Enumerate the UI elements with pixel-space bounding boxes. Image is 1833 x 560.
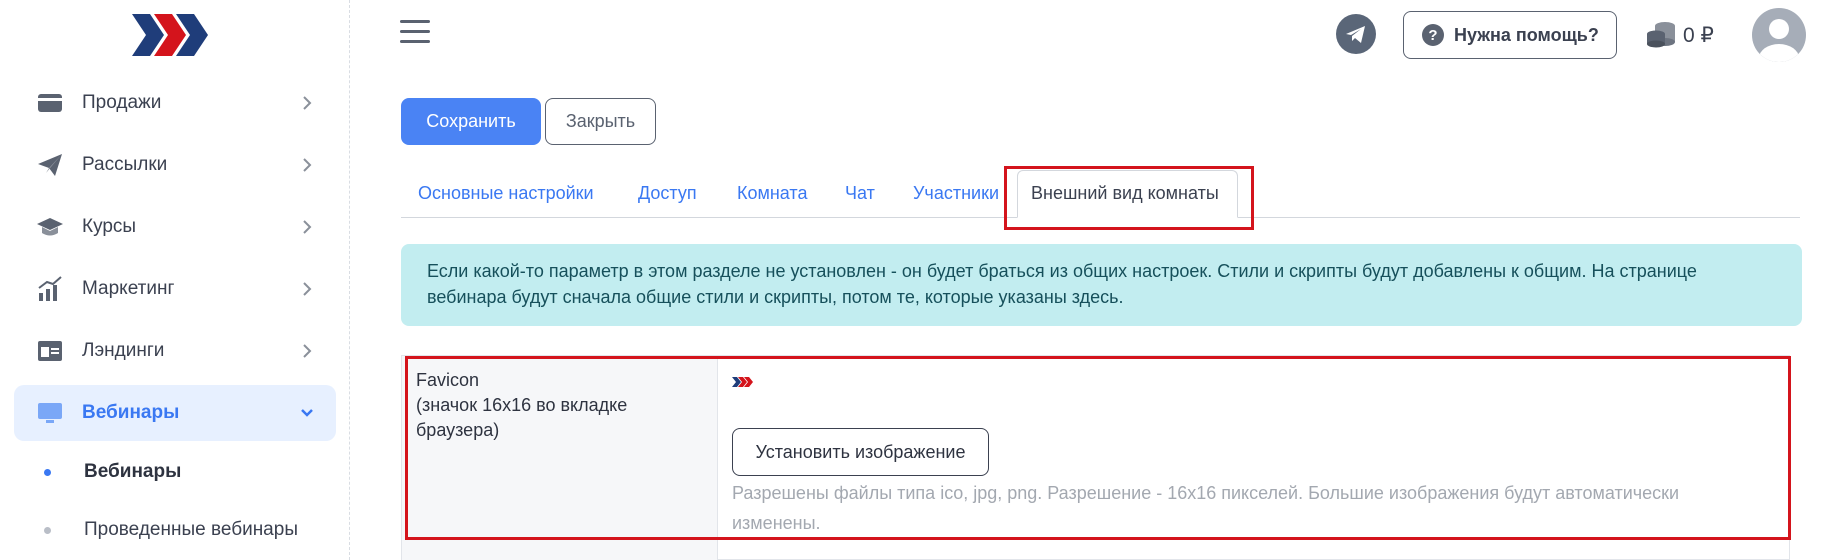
monitor-icon: [38, 403, 62, 423]
question-icon: ?: [1422, 24, 1444, 46]
sidebar-item-label: Лэндинги: [82, 340, 165, 361]
chevron-right-icon: [303, 282, 312, 296]
tab-room[interactable]: Комната: [737, 183, 807, 204]
chevron-down-icon: [301, 409, 313, 417]
telegram-icon: [1346, 26, 1365, 43]
chevron-right-icon: [303, 344, 312, 358]
sidebar-item-label: Вебинары: [82, 402, 180, 423]
chart-icon: [38, 276, 62, 301]
info-alert: Если какой-то параметр в этом разделе не…: [401, 244, 1802, 326]
bullet-dot: [44, 468, 51, 476]
sidebar-subitem-past-webinars[interactable]: Проведенные вебинары: [44, 519, 298, 541]
wallet-icon: [38, 94, 62, 112]
landing-page-icon: [38, 341, 62, 361]
sidebar-subitem-label: Вебинары: [84, 461, 182, 482]
graduation-cap-icon: [37, 218, 63, 236]
sidebar-item-marketing[interactable]: Маркетинг: [14, 261, 336, 317]
chevron-right-icon: [303, 96, 312, 110]
tab-main-settings[interactable]: Основные настройки: [418, 183, 594, 204]
favicon-hint: Разрешены файлы типа ico, jpg, png. Разр…: [732, 483, 1680, 533]
hamburger-line: [400, 40, 430, 43]
sidebar-subitem-label: Проведенные вебинары: [84, 519, 298, 540]
paper-plane-icon: [38, 154, 62, 176]
set-image-button[interactable]: Установить изображение: [732, 428, 989, 476]
balance-value: 0 ₽: [1683, 23, 1714, 47]
hamburger-line: [400, 30, 430, 33]
user-icon: [1759, 19, 1799, 62]
avatar[interactable]: [1752, 8, 1806, 62]
telegram-button[interactable]: [1336, 14, 1376, 54]
menu-toggle-button[interactable]: [400, 20, 430, 46]
sidebar-item-mailings[interactable]: Рассылки: [14, 137, 336, 193]
sidebar-item-label: Маркетинг: [82, 278, 175, 299]
logo[interactable]: [130, 10, 210, 60]
chevron-right-icon: [303, 158, 312, 172]
close-button[interactable]: Закрыть: [545, 98, 656, 145]
sidebar-item-webinars[interactable]: Вебинары: [14, 385, 336, 441]
help-button-label: Нужна помощь?: [1454, 24, 1599, 45]
sidebar-subitem-webinars[interactable]: Вебинары: [44, 461, 181, 483]
bullet-dot: [44, 526, 51, 534]
sidebar-item-sales[interactable]: Продажи: [14, 75, 336, 131]
sidebar-item-courses[interactable]: Курсы: [14, 199, 336, 255]
favicon-label-title: Favicon: [416, 370, 480, 390]
hamburger-line: [400, 20, 430, 23]
favicon-setting-row: Favicon (значок 16x16 во вкладке браузер…: [401, 355, 1790, 560]
sidebar-item-label: Рассылки: [82, 154, 168, 175]
balance[interactable]: 0 ₽: [1645, 20, 1714, 50]
chevron-right-icon: [303, 220, 312, 234]
sidebar-item-label: Курсы: [82, 216, 137, 237]
favicon-label-description: (значок 16x16 во вкладке браузера): [416, 395, 628, 440]
sidebar: Продажи Рассылки Курсы Маркетинг Лэндинг…: [0, 0, 350, 560]
tab-participants[interactable]: Участники: [913, 183, 999, 204]
save-button[interactable]: Сохранить: [401, 98, 541, 145]
favicon-value-cell: Установить изображение Разрешены файлы т…: [718, 356, 1791, 560]
favicon-preview-icon: [732, 377, 753, 387]
tab-access[interactable]: Доступ: [638, 183, 697, 204]
coins-icon: [1647, 22, 1675, 48]
sidebar-item-landings[interactable]: Лэндинги: [14, 323, 336, 379]
tab-chat[interactable]: Чат: [845, 183, 875, 204]
sidebar-item-label: Продажи: [82, 92, 162, 113]
help-button[interactable]: ? Нужна помощь?: [1403, 11, 1617, 59]
favicon-label-cell: Favicon (значок 16x16 во вкладке браузер…: [402, 356, 718, 560]
tab-room-appearance[interactable]: Внешний вид комнаты: [1017, 170, 1238, 218]
